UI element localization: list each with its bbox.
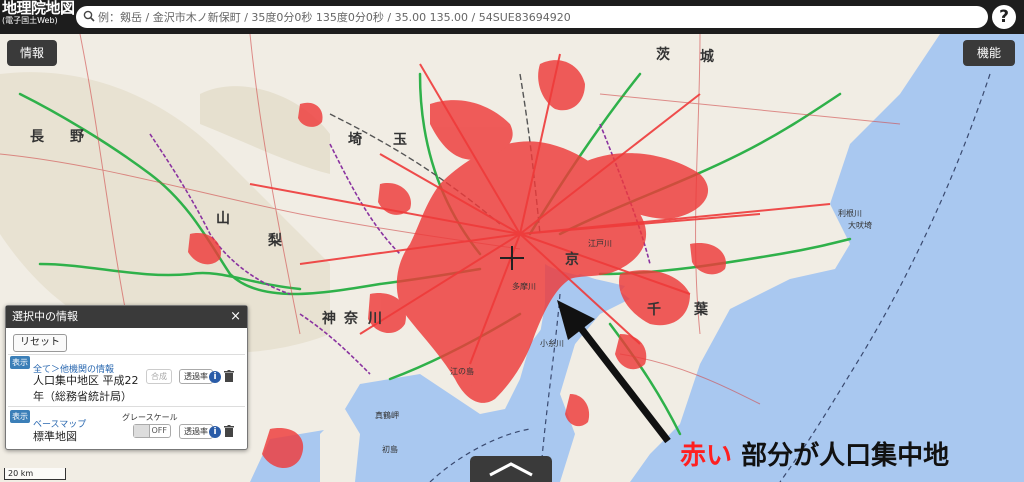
layer2-visible-tag[interactable]: 表示: [10, 410, 30, 423]
caption-black-text: 部分が人口集中地: [732, 441, 950, 471]
toggle-knob: [134, 425, 150, 437]
app-logo[interactable]: 地理院地図 (電子国土Web): [2, 0, 75, 25]
app-subtitle: (電子国土Web): [2, 16, 58, 25]
toggle-label: OFF: [151, 426, 168, 435]
layer2-trash-icon[interactable]: [224, 425, 234, 437]
merge-button[interactable]: 合成: [146, 369, 172, 384]
prefecture-label-yamanashi-1: 山: [216, 211, 230, 227]
prefecture-label-chiba-1: 千: [647, 302, 661, 318]
prefecture-label-nagano-2: 野: [70, 129, 84, 145]
layer1-opacity-button[interactable]: 透過率: [179, 369, 213, 384]
map-label-kobitogawa: 小糸川: [540, 339, 564, 348]
divider: [8, 406, 245, 407]
prefecture-label-tokyo: 京: [565, 252, 579, 268]
selected-info-panel: 選択中の情報 × リセット 表示 全て＞他機関の情報 人口集中地区 平成22 年…: [5, 305, 248, 450]
layer1-trash-icon[interactable]: [224, 370, 234, 382]
prefecture-label-ibaraki-1: 茨: [656, 47, 670, 63]
search-box[interactable]: [76, 6, 988, 28]
layer2-info-icon[interactable]: i: [209, 426, 221, 438]
prefecture-label-yamanashi-2: 梨: [268, 233, 282, 249]
prefecture-label-ibaraki-2: 城: [700, 49, 714, 65]
map-label-manazuru: 真鶴岬: [375, 411, 399, 420]
bottom-panel-toggle[interactable]: [470, 456, 552, 482]
help-button[interactable]: ?: [992, 5, 1016, 29]
close-icon[interactable]: ×: [230, 306, 241, 328]
app-header: 地理院地図 (電子国土Web) ?: [0, 0, 1024, 34]
caption-red-text: 赤い: [680, 441, 733, 471]
prefecture-label-kanagawa-3: 川: [368, 311, 382, 327]
map-label-hatsushima: 初島: [382, 445, 398, 454]
map-label-edogawa: 江戸川: [588, 239, 612, 248]
map-label-taito: 大吠埼: [848, 221, 872, 230]
divider: [8, 354, 245, 355]
layer1-visible-tag[interactable]: 表示: [10, 356, 30, 369]
grayscale-label: グレースケール: [122, 413, 178, 422]
panel-header: 選択中の情報 ×: [6, 306, 247, 328]
prefecture-label-saitama-1: 埼: [348, 132, 362, 148]
chevron-up-icon: [489, 462, 533, 477]
prefecture-label-kanagawa-2: 奈: [344, 311, 358, 327]
prefecture-label-kanagawa-1: 神: [322, 311, 336, 327]
prefecture-label-nagano-1: 長: [30, 129, 44, 145]
layer1-info-icon[interactable]: i: [209, 371, 221, 383]
layer2-name: 標準地図: [33, 430, 77, 443]
prefecture-label-chiba-2: 葉: [694, 302, 708, 318]
map-label-tone: 利根川: [838, 209, 862, 218]
info-button[interactable]: 情報: [7, 40, 57, 66]
grayscale-toggle[interactable]: OFF: [133, 424, 171, 438]
reset-button[interactable]: リセット: [13, 334, 67, 352]
panel-title: 選択中の情報: [12, 310, 78, 323]
search-input[interactable]: [98, 8, 978, 26]
map-label-enoshima: 江の島: [450, 367, 474, 376]
functions-button[interactable]: 機能: [963, 40, 1015, 66]
layer1-name-line2: 年（総務省統計局）: [33, 390, 132, 403]
app-title: 地理院地図: [2, 0, 75, 17]
scale-bar: 20 km: [4, 468, 66, 480]
layer1-name-line1: 人口集中地区 平成22: [33, 374, 139, 387]
search-icon: [83, 10, 95, 22]
layer2-opacity-button[interactable]: 透過率: [179, 424, 213, 439]
map-label-tamagawa: 多摩川: [512, 282, 536, 291]
prefecture-label-saitama-2: 玉: [393, 132, 407, 148]
annotation-caption: 赤い 部分が人口集中地: [680, 435, 949, 472]
